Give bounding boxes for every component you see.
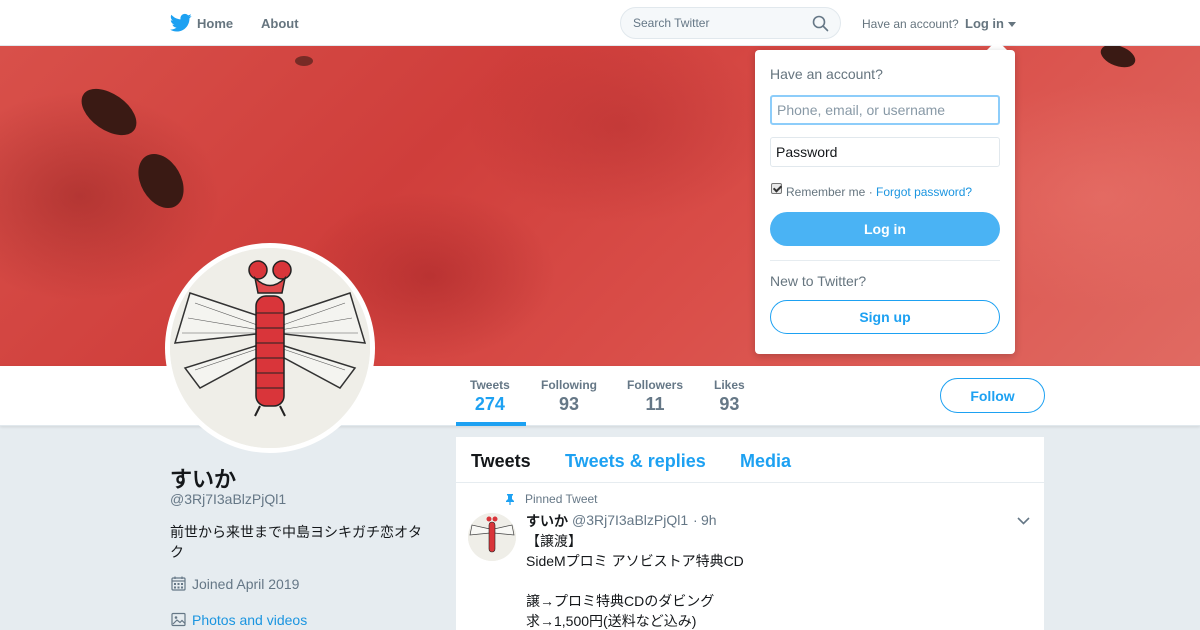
calendar-icon <box>171 576 186 591</box>
login-button[interactable]: Log in <box>770 212 1000 246</box>
tab-tweets-replies[interactable]: Tweets & replies <box>565 451 706 472</box>
pin-icon <box>506 494 514 505</box>
tweet-author-handle[interactable]: @3Rj7I3aBlzPjQl1 <box>572 512 688 528</box>
remember-me-checkbox[interactable] <box>771 183 782 194</box>
nav-about-link[interactable]: About <box>261 16 299 31</box>
have-account-text: Have an account? <box>862 17 959 31</box>
stat-tweets[interactable]: Tweets 274 <box>470 378 510 415</box>
top-nav: Home About Have an account? Log in <box>0 0 1200 46</box>
tweet-text-line: 【譲渡】 <box>526 533 582 549</box>
caret-down-icon[interactable] <box>1008 22 1016 27</box>
banner-seed <box>73 79 145 145</box>
dragonfly-thumbnail-icon <box>468 513 516 561</box>
stat-value: 93 <box>558 394 580 414</box>
signup-button[interactable]: Sign up <box>770 300 1000 334</box>
divider <box>770 260 1000 261</box>
search-input[interactable] <box>633 14 803 32</box>
tweet-author-name[interactable]: すいか <box>526 511 568 531</box>
avatar[interactable] <box>165 243 375 453</box>
password-field[interactable] <box>770 137 1000 167</box>
stat-label: Likes <box>714 378 745 392</box>
login-dropdown: Have an account? Remember me · Forgot pa… <box>755 50 1015 354</box>
stat-value: 274 <box>474 394 505 414</box>
avatar-image <box>170 248 370 448</box>
profile-name[interactable]: すいか <box>170 462 236 494</box>
username-field[interactable] <box>770 95 1000 125</box>
new-to-twitter-text: New to Twitter? <box>770 273 867 289</box>
twitter-bird-icon[interactable] <box>170 13 192 33</box>
dropdown-title: Have an account? <box>770 66 883 82</box>
stat-following[interactable]: Following 93 <box>541 378 597 415</box>
tab-media[interactable]: Media <box>740 451 791 472</box>
photos-videos-link[interactable]: Photos and videos <box>192 612 307 628</box>
tweet-text-line: 求→1,500円(送料など込み) <box>526 613 697 629</box>
timeline-tabs: Tweets Tweets & replies Media <box>456 437 1044 483</box>
banner-seed <box>295 56 313 66</box>
remember-me-row: Remember me · Forgot password? <box>786 185 972 199</box>
tweet-menu-chevron-icon[interactable] <box>1017 517 1030 525</box>
stat-likes[interactable]: Likes 93 <box>714 378 745 415</box>
stat-label: Tweets <box>470 378 510 392</box>
stat-label: Following <box>541 378 597 392</box>
stat-value: 93 <box>719 394 740 414</box>
joined-date: Joined April 2019 <box>192 576 300 592</box>
profile-bio: 前世から来世まで中島ヨシキガチ恋オタク <box>170 524 422 560</box>
tab-tweets[interactable]: Tweets <box>471 451 531 472</box>
forgot-password-link[interactable]: Forgot password? <box>876 185 972 199</box>
stat-value: 11 <box>645 394 665 414</box>
tweet-text-line: SideMプロミ アソビストア特典CD <box>526 553 744 569</box>
banner-seed <box>1097 46 1139 72</box>
photo-icon <box>171 612 186 627</box>
follow-button[interactable]: Follow <box>940 378 1045 413</box>
pinned-tweet-label: Pinned Tweet <box>525 492 598 506</box>
profile-handle[interactable]: @3Rj7I3aBlzPjQl1 <box>170 491 286 507</box>
stat-followers[interactable]: Followers 11 <box>627 378 683 415</box>
tweet-avatar[interactable] <box>468 513 516 561</box>
banner-seed <box>129 145 193 217</box>
stat-label: Followers <box>627 378 684 392</box>
dropdown-arrow <box>987 40 1007 50</box>
search-icon[interactable] <box>812 15 829 32</box>
active-stat-underline <box>456 422 526 426</box>
tweet-timestamp[interactable]: 9h <box>701 512 717 528</box>
login-dropdown-toggle[interactable]: Log in <box>965 16 1004 31</box>
dragonfly-drawing-icon <box>170 248 370 448</box>
nav-home-link[interactable]: Home <box>197 16 233 31</box>
separator-dot: · <box>868 185 873 199</box>
tweet-text-line: 譲→プロミ特典CDのダビング <box>526 593 715 609</box>
remember-me-label[interactable]: Remember me <box>786 185 865 199</box>
tweet-separator: · <box>693 512 698 528</box>
search-box <box>620 7 841 39</box>
timeline: Tweets Tweets & replies Media Pinned Twe… <box>456 437 1044 630</box>
